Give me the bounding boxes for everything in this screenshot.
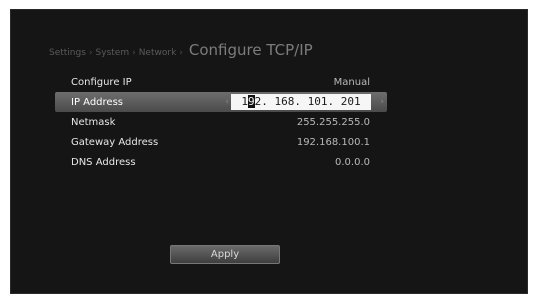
ip-address-row[interactable]: IP Address ‹ 192. 168. 101. 201 › (55, 92, 387, 112)
tcpip-settings-list: Configure IP Manual IP Address ‹ 192. 16… (55, 72, 387, 172)
configure-ip-value: Manual (333, 76, 370, 88)
ip-address-text-after-cursor: 2. 168. 101. 201 (254, 95, 361, 108)
netmask-row[interactable]: Netmask 255.255.255.0 (55, 112, 387, 132)
dns-address-row[interactable]: DNS Address 0.0.0.0 (55, 152, 387, 172)
left-arrow-icon[interactable]: ‹ (225, 92, 229, 112)
configure-ip-row[interactable]: Configure IP Manual (55, 72, 387, 92)
breadcrumb-network: Network (138, 48, 177, 58)
breadcrumb-separator: › (179, 48, 183, 58)
gateway-address-value: 192.168.100.1 (296, 136, 370, 148)
gateway-address-row[interactable]: Gateway Address 192.168.100.1 (55, 132, 387, 152)
gateway-address-label: Gateway Address (71, 136, 159, 148)
dns-address-value: 0.0.0.0 (335, 156, 370, 168)
ip-address-input[interactable]: 192. 168. 101. 201 (231, 94, 371, 110)
apply-button[interactable]: Apply (170, 245, 280, 264)
tv-frame: Settings › System › Network › Configure … (4, 3, 532, 297)
breadcrumb-system: System (95, 48, 130, 58)
breadcrumb-separator: › (132, 48, 136, 58)
breadcrumb-settings: Settings (49, 48, 86, 58)
tv-screen: Settings › System › Network › Configure … (10, 9, 528, 294)
configure-ip-label: Configure IP (71, 76, 132, 88)
text-cursor: 9 (248, 95, 255, 108)
netmask-value: 255.255.255.0 (296, 116, 370, 128)
dns-address-label: DNS Address (71, 156, 136, 168)
breadcrumb: Settings › System › Network › Configure … (49, 41, 313, 59)
netmask-label: Netmask (71, 116, 116, 128)
breadcrumb-separator: › (88, 48, 93, 58)
page-title: Configure TCP/IP (188, 41, 313, 59)
right-arrow-icon[interactable]: › (380, 92, 384, 112)
ip-address-label: IP Address (71, 96, 123, 108)
